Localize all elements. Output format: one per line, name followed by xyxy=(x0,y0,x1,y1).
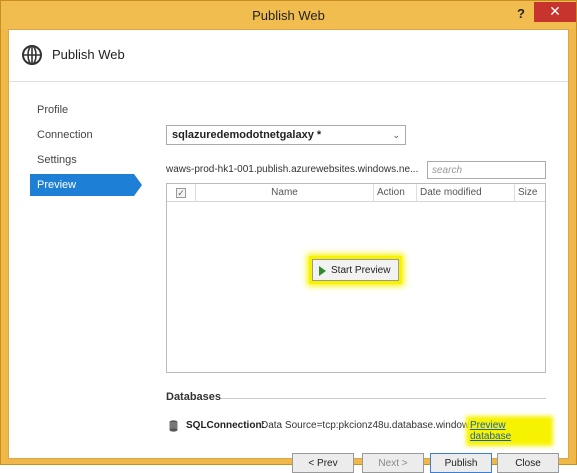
column-header-date-modified[interactable]: Date modified xyxy=(416,184,514,202)
column-header-size[interactable]: Size xyxy=(514,184,545,202)
window-title: Publish Web xyxy=(252,8,325,23)
dialog-body: Profile Connection Settings Preview sqla… xyxy=(9,83,568,473)
header-title: Publish Web xyxy=(52,47,125,62)
select-all-checkbox[interactable]: ✓ xyxy=(176,188,186,198)
close-button[interactable]: Close xyxy=(497,453,559,473)
next-button[interactable]: Next > xyxy=(362,453,424,473)
nav-item-settings[interactable]: Settings xyxy=(30,149,134,171)
nav-active-arrow xyxy=(134,174,142,196)
column-header-name[interactable]: Name xyxy=(195,184,373,202)
nav-item-profile[interactable]: Profile xyxy=(30,99,134,121)
server-url: waws-prod-hk1-001.publish.azurewebsites.… xyxy=(166,164,419,175)
database-connection-name: SQLConnection: xyxy=(186,420,265,431)
publish-web-dialog: Publish Web ? ✕ Publish Web Profile Conn… xyxy=(0,0,577,473)
preview-file-table: ✓ Name Action Date modified Size Start P… xyxy=(166,183,546,373)
database-row: SQLConnection: Data Source=tcp:pkcionz48… xyxy=(169,419,549,442)
preview-database-link[interactable]: Preview database xyxy=(470,420,549,442)
table-header: ✓ Name Action Date modified Size xyxy=(167,184,545,202)
start-preview-label: Start Preview xyxy=(331,264,391,276)
databases-heading: Databases xyxy=(166,391,222,403)
profile-select[interactable]: sqlazuredemodotnetgalaxy * ⌄ xyxy=(166,125,406,145)
window-close-button[interactable]: ✕ xyxy=(534,2,576,22)
start-preview-button[interactable]: Start Preview xyxy=(312,259,399,281)
prev-button[interactable]: < Prev xyxy=(292,453,354,473)
database-source: Data Source=tcp:pkcionz48u.database.wind… xyxy=(261,420,477,431)
title-bar[interactable]: Publish Web ? ✕ xyxy=(1,1,576,29)
globe-icon xyxy=(22,45,42,65)
search-input[interactable] xyxy=(427,161,546,179)
chevron-down-icon: ⌄ xyxy=(392,130,400,140)
select-all-column: ✓ xyxy=(167,184,195,202)
publish-button[interactable]: Publish xyxy=(430,453,492,473)
help-button[interactable]: ? xyxy=(513,6,529,22)
nav-item-connection[interactable]: Connection xyxy=(30,124,134,146)
dialog-client-area: Publish Web Profile Connection Settings … xyxy=(8,29,569,473)
dialog-header: Publish Web xyxy=(9,30,568,82)
play-icon xyxy=(319,266,326,276)
profile-select-value: sqlazuredemodotnetgalaxy * xyxy=(172,129,322,141)
database-icon xyxy=(169,420,178,432)
databases-divider xyxy=(221,398,546,399)
nav-item-preview[interactable]: Preview xyxy=(30,174,134,196)
column-header-action[interactable]: Action xyxy=(373,184,416,202)
